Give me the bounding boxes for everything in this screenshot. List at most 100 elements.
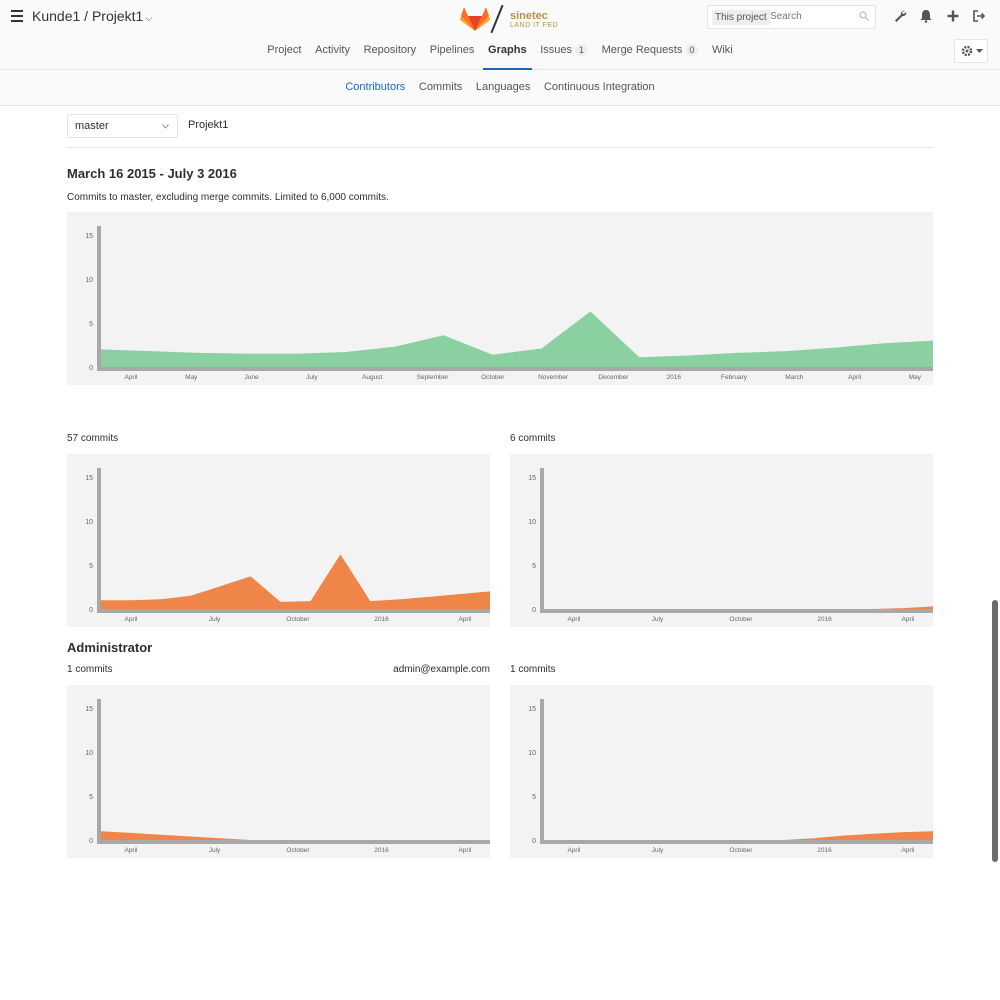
subnav-languages[interactable]: Languages xyxy=(471,70,535,104)
contributor-name: Administrator xyxy=(67,640,153,655)
x-tick-label: November xyxy=(538,374,569,381)
project-title-text: Kunde1 / Projekt1 xyxy=(32,8,144,24)
y-tick-label: 10 xyxy=(85,277,93,284)
logo-area[interactable]: sinetec LAND IT FED xyxy=(460,4,560,34)
x-tick-label: October xyxy=(286,847,310,854)
x-axis xyxy=(540,609,933,613)
y-axis xyxy=(97,699,101,844)
x-axis xyxy=(97,367,933,371)
x-tick-label: August xyxy=(362,374,382,381)
search-placeholder: Search xyxy=(770,11,802,22)
gear-icon xyxy=(961,45,973,57)
settings-dropdown-button[interactable] xyxy=(954,39,988,63)
x-axis xyxy=(540,840,933,844)
contributor-chart: 0 5 10 15 April July October 2016 April xyxy=(67,454,490,627)
x-tick-label: 2016 xyxy=(817,847,832,854)
x-tick-label: April xyxy=(567,616,581,623)
x-tick-label: April xyxy=(124,374,138,381)
y-tick-label: 10 xyxy=(528,750,536,757)
subnav-commits[interactable]: Commits xyxy=(414,70,467,104)
sign-out-icon[interactable] xyxy=(972,9,986,23)
merge-requests-count-badge: 0 xyxy=(685,44,699,56)
y-tick-label: 5 xyxy=(89,794,93,801)
contributor-commits: 1 commits xyxy=(510,664,556,675)
x-tick-label: April xyxy=(848,374,862,381)
x-tick-label: October xyxy=(481,374,505,381)
hamburger-menu-icon[interactable] xyxy=(11,10,23,22)
x-tick-label: 2016 xyxy=(666,374,681,381)
x-tick-label: May xyxy=(185,374,198,381)
nav-issues[interactable]: Issues 1 xyxy=(535,37,593,70)
page-scrollbar[interactable] xyxy=(992,600,998,862)
search-input[interactable]: This project Search xyxy=(707,5,876,29)
y-tick-label: 5 xyxy=(89,321,93,328)
chevron-down-icon: ⌵ xyxy=(145,13,153,23)
y-tick-label: 0 xyxy=(89,838,93,845)
y-axis xyxy=(540,699,544,844)
subnav-contributors[interactable]: Contributors xyxy=(340,70,410,104)
project-name-label: Projekt1 xyxy=(188,119,229,131)
chevron-down-icon xyxy=(162,124,169,129)
branch-select-value: master xyxy=(75,120,109,132)
gitlab-logo-icon xyxy=(460,7,490,31)
contributor-chart-svg: 0 5 10 15 April July October 2016 April xyxy=(528,468,933,623)
x-tick-label: April xyxy=(124,847,138,854)
x-tick-label: July xyxy=(209,847,221,854)
contributor-chart: 0 5 10 15 April July October 2016 April xyxy=(510,454,933,627)
nav-project[interactable]: Project xyxy=(262,37,306,70)
nav-pipelines[interactable]: Pipelines xyxy=(425,37,480,70)
contributor-email: admin@example.com xyxy=(393,664,490,675)
area-series xyxy=(101,831,490,840)
x-tick-label: April xyxy=(124,616,138,623)
wrench-icon[interactable] xyxy=(893,9,907,23)
branch-select[interactable]: master xyxy=(67,114,178,138)
nav-merge-requests[interactable]: Merge Requests 0 xyxy=(597,37,704,70)
y-tick-label: 5 xyxy=(532,563,536,570)
plus-icon[interactable] xyxy=(946,9,960,23)
search-icon xyxy=(859,11,869,21)
x-tick-label: July xyxy=(209,616,221,623)
graphs-subnav: Contributors Commits Languages Continuou… xyxy=(0,70,1000,106)
x-tick-label: December xyxy=(598,374,629,381)
y-axis xyxy=(540,468,544,613)
x-axis xyxy=(97,840,490,844)
subnav-continuous-integration[interactable]: Continuous Integration xyxy=(539,70,660,104)
x-tick-label: April xyxy=(567,847,581,854)
brand-logo: sinetec LAND IT FED xyxy=(510,11,559,30)
nav-graphs[interactable]: Graphs xyxy=(483,37,532,70)
brand-subtext: LAND IT FED xyxy=(510,22,559,29)
y-tick-label: 5 xyxy=(89,563,93,570)
y-axis xyxy=(97,226,101,371)
x-tick-label: 2016 xyxy=(817,616,832,623)
top-header: Kunde1 / Projekt1 ⌵ sinetec LAND IT FED Th… xyxy=(0,0,1000,70)
y-tick-label: 15 xyxy=(85,475,93,482)
bell-icon[interactable] xyxy=(919,9,933,23)
x-tick-label: October xyxy=(729,616,753,623)
project-title[interactable]: Kunde1 / Projekt1 ⌵ xyxy=(32,8,152,24)
contributor-commits: 1 commits xyxy=(67,664,113,675)
x-tick-label: April xyxy=(458,616,472,623)
divider xyxy=(67,147,933,148)
x-tick-label: July xyxy=(306,374,318,381)
contributor-commits: 57 commits xyxy=(67,433,119,444)
y-tick-label: 0 xyxy=(532,607,536,614)
y-tick-label: 10 xyxy=(85,750,93,757)
y-tick-label: 5 xyxy=(532,794,536,801)
contributor-chart: 0 5 10 15 April July October 2016 April xyxy=(510,685,933,858)
x-tick-label: 2016 xyxy=(374,847,389,854)
y-tick-label: 15 xyxy=(528,475,536,482)
search-scope-badge[interactable]: This project xyxy=(712,10,770,25)
x-tick-label: 2016 xyxy=(374,616,389,623)
y-tick-label: 15 xyxy=(85,706,93,713)
nav-wiki[interactable]: Wiki xyxy=(707,37,738,70)
y-tick-label: 0 xyxy=(532,838,536,845)
main-commits-chart-svg: 0 5 10 15 April May June July August September Oct… xyxy=(85,226,933,381)
contributor-chart: 0 5 10 15 April July October 2016 April xyxy=(67,685,490,858)
nav-repository[interactable]: Repository xyxy=(359,37,422,70)
date-range-title: March 16 2015 - July 3 2016 xyxy=(67,166,237,181)
x-tick-label: April xyxy=(901,616,915,623)
nav-activity[interactable]: Activity xyxy=(310,37,355,70)
y-tick-label: 15 xyxy=(85,233,93,240)
contributor-commits: 6 commits xyxy=(510,433,556,444)
x-tick-label: February xyxy=(721,374,748,381)
